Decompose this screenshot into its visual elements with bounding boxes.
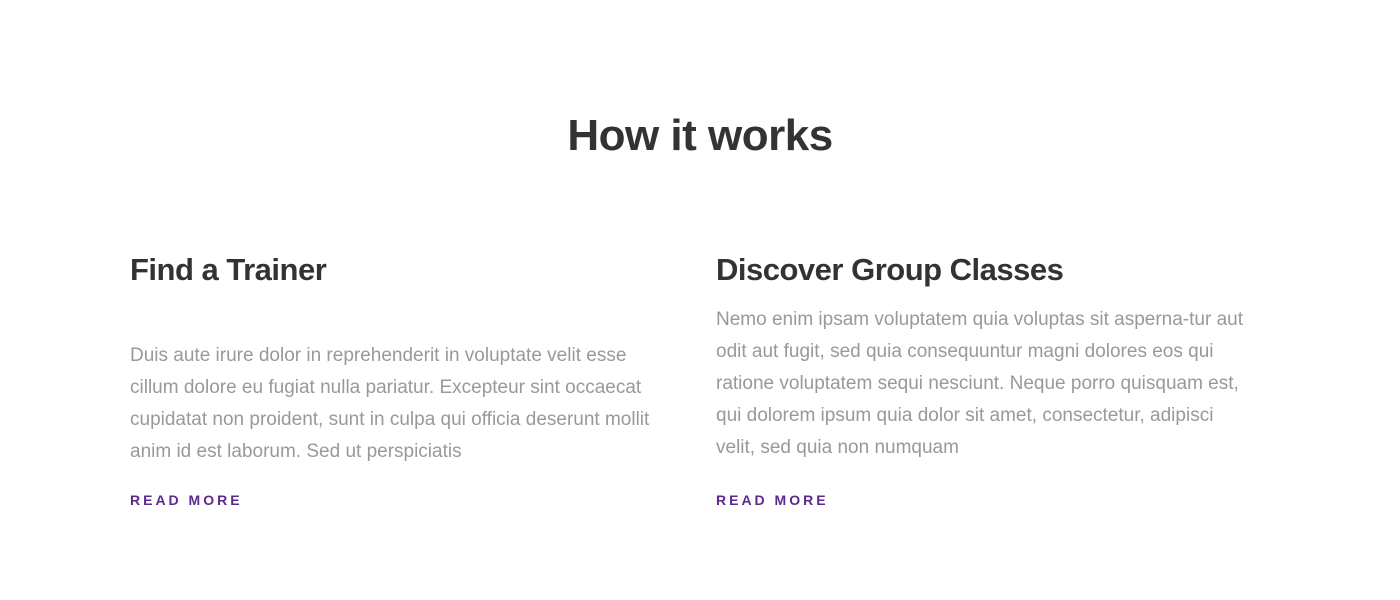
feature-description: Duis aute irure dolor in reprehenderit i… [130, 345, 650, 462]
section-title: How it works [567, 111, 833, 160]
feature-group-classes: Discover Group Classes Nemo enim ipsam v… [716, 250, 1256, 508]
feature-title: Find a Trainer [130, 252, 327, 287]
feature-description: Nemo enim ipsam voluptatem quia voluptas… [716, 309, 1243, 458]
read-more-link[interactable]: READ MORE [130, 491, 243, 509]
feature-title: Discover Group Classes [716, 252, 1064, 287]
feature-find-trainer: Find a Trainer Duis aute irure dolor in … [130, 250, 670, 508]
read-more-link[interactable]: READ MORE [716, 491, 829, 509]
